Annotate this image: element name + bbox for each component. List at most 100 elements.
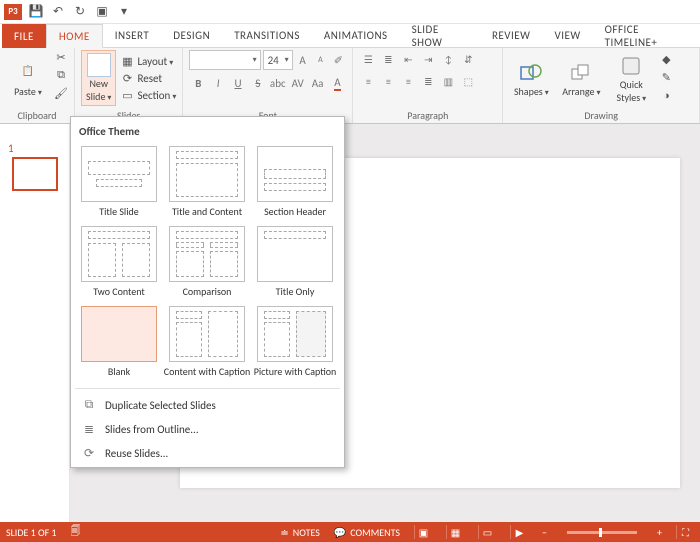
increase-indent-button[interactable]: ⇥: [419, 50, 437, 68]
align-right-button[interactable]: ≡: [399, 72, 417, 90]
format-painter-icon[interactable]: 🖌: [54, 86, 68, 100]
columns-button[interactable]: ▥: [439, 72, 457, 90]
menu-label: Reuse Slides...: [105, 447, 168, 460]
layout-label: Layout: [137, 55, 173, 68]
layout-label: Picture with Caption: [254, 365, 337, 378]
bold-button[interactable]: B: [189, 74, 207, 92]
quick-styles-label: Quick Styles: [617, 78, 647, 104]
font-size-combo[interactable]: 24: [263, 50, 293, 70]
shrink-font-icon[interactable]: A: [313, 51, 329, 69]
layout-blank[interactable]: Blank: [75, 304, 163, 384]
group-drawing-label: Drawing: [509, 109, 693, 123]
text-direction-button[interactable]: ⇵: [459, 50, 477, 68]
ribbon-body: 📋 Paste ✂ ⧉ 🖌 Clipboard New Slide ▦Layou…: [0, 48, 700, 124]
outline-icon: ≣: [81, 421, 97, 437]
layout-comparison[interactable]: Comparison: [163, 224, 251, 304]
arrange-button[interactable]: Arrange: [559, 57, 603, 98]
font-color-button[interactable]: A: [328, 74, 346, 92]
menu-reuse-slides[interactable]: ⟳ Reuse Slides...: [75, 441, 340, 465]
shadow-button[interactable]: abc: [269, 74, 287, 92]
fit-to-window-button[interactable]: ⛶: [676, 525, 694, 539]
section-label: Section: [137, 89, 176, 102]
layout-title-slide[interactable]: Title Slide: [75, 144, 163, 224]
sorter-view-button[interactable]: ▦: [446, 525, 464, 539]
tab-insert[interactable]: INSERT: [103, 24, 162, 48]
layout-picture-caption[interactable]: Picture with Caption: [251, 304, 339, 384]
slideshow-start-icon[interactable]: ▣: [94, 4, 110, 20]
paste-button[interactable]: 📋 Paste: [6, 53, 50, 98]
tab-design[interactable]: DESIGN: [161, 24, 222, 48]
quick-styles-button[interactable]: Quick Styles: [609, 50, 653, 104]
smartart-button[interactable]: ⬚: [459, 72, 477, 90]
reset-button[interactable]: ⟳Reset: [120, 71, 176, 85]
grow-font-icon[interactable]: A: [295, 51, 311, 69]
tab-home[interactable]: HOME: [46, 24, 103, 48]
layout-title-content[interactable]: Title and Content: [163, 144, 251, 224]
group-drawing: Shapes Arrange Quick Styles ◆ ✎ ◑ Drawin…: [503, 48, 700, 123]
gallery-title: Office Theme: [75, 125, 340, 144]
tab-transitions[interactable]: TRANSITIONS: [222, 24, 312, 48]
shape-outline-icon[interactable]: ✎: [659, 70, 673, 84]
tab-office-timeline[interactable]: OFFICE TIMELINE+: [593, 24, 700, 48]
slide-counter: SLIDE 1 OF 1: [6, 526, 57, 539]
align-left-button[interactable]: ≡: [359, 72, 377, 90]
duplicate-icon: ⧉: [81, 397, 97, 413]
zoom-in-button[interactable]: +: [657, 526, 662, 539]
italic-button[interactable]: I: [209, 74, 227, 92]
copy-icon[interactable]: ⧉: [54, 68, 68, 82]
redo-icon[interactable]: ↻: [72, 4, 88, 20]
reading-view-button[interactable]: ▭: [478, 525, 496, 539]
cut-icon[interactable]: ✂: [54, 50, 68, 64]
layout-button[interactable]: ▦Layout: [120, 54, 176, 68]
underline-button[interactable]: U: [229, 74, 247, 92]
shapes-label: Shapes: [514, 85, 549, 98]
shapes-button[interactable]: Shapes: [509, 57, 553, 98]
align-center-button[interactable]: ≡: [379, 72, 397, 90]
nav-slide-number: 1: [8, 142, 14, 155]
zoom-slider[interactable]: [567, 531, 637, 534]
undo-icon[interactable]: ↶: [50, 4, 66, 20]
spellcheck-icon[interactable]: 🗐: [71, 524, 81, 541]
layout-two-content[interactable]: Two Content: [75, 224, 163, 304]
reuse-icon: ⟳: [81, 445, 97, 461]
layout-section-header[interactable]: Section Header: [251, 144, 339, 224]
menu-label: Duplicate Selected Slides: [105, 399, 216, 412]
tab-view[interactable]: VIEW: [542, 24, 592, 48]
tab-review[interactable]: REVIEW: [480, 24, 543, 48]
bullets-button[interactable]: ☰: [359, 50, 377, 68]
paste-label: Paste: [14, 85, 42, 98]
font-name-combo[interactable]: [189, 50, 260, 70]
comments-button[interactable]: 💬COMMENTS: [334, 526, 400, 539]
decrease-indent-button[interactable]: ⇤: [399, 50, 417, 68]
change-case-button[interactable]: Aa: [309, 74, 327, 92]
customize-qat-icon[interactable]: ▾: [116, 4, 132, 20]
shape-fill-icon[interactable]: ◆: [659, 52, 673, 66]
clear-format-icon[interactable]: ✐: [330, 51, 346, 69]
new-slide-button[interactable]: New Slide: [81, 50, 116, 106]
shape-effects-icon[interactable]: ◑: [659, 88, 673, 102]
layout-content-caption[interactable]: Content with Caption: [163, 304, 251, 384]
tab-animations[interactable]: ANIMATIONS: [312, 24, 400, 48]
char-spacing-button[interactable]: AV: [289, 74, 307, 92]
normal-view-button[interactable]: ▣: [414, 525, 432, 539]
new-slide-icon: [87, 53, 111, 77]
menu-label: Slides from Outline...: [105, 423, 199, 436]
notes-button[interactable]: ≐NOTES: [280, 526, 319, 539]
menu-slides-from-outline[interactable]: ≣ Slides from Outline...: [75, 417, 340, 441]
layout-title-only[interactable]: Title Only: [251, 224, 339, 304]
tab-file[interactable]: FILE: [2, 24, 46, 48]
menu-duplicate-slides[interactable]: ⧉ Duplicate Selected Slides: [75, 393, 340, 417]
justify-button[interactable]: ≣: [419, 72, 437, 90]
save-icon[interactable]: 💾: [28, 4, 44, 20]
section-button[interactable]: ▭Section: [120, 88, 176, 102]
slideshow-view-button[interactable]: ▶: [510, 525, 528, 539]
zoom-out-button[interactable]: −: [542, 526, 547, 539]
line-spacing-button[interactable]: ↕: [439, 50, 457, 68]
layout-label: Content with Caption: [164, 365, 251, 378]
layout-label: Title Slide: [99, 205, 138, 218]
numbering-button[interactable]: ≣: [379, 50, 397, 68]
nav-slide-thumbnail-1[interactable]: [12, 157, 58, 191]
tab-slideshow[interactable]: SLIDE SHOW: [400, 24, 480, 48]
layout-icon: ▦: [120, 54, 134, 68]
strike-button[interactable]: S: [249, 74, 267, 92]
